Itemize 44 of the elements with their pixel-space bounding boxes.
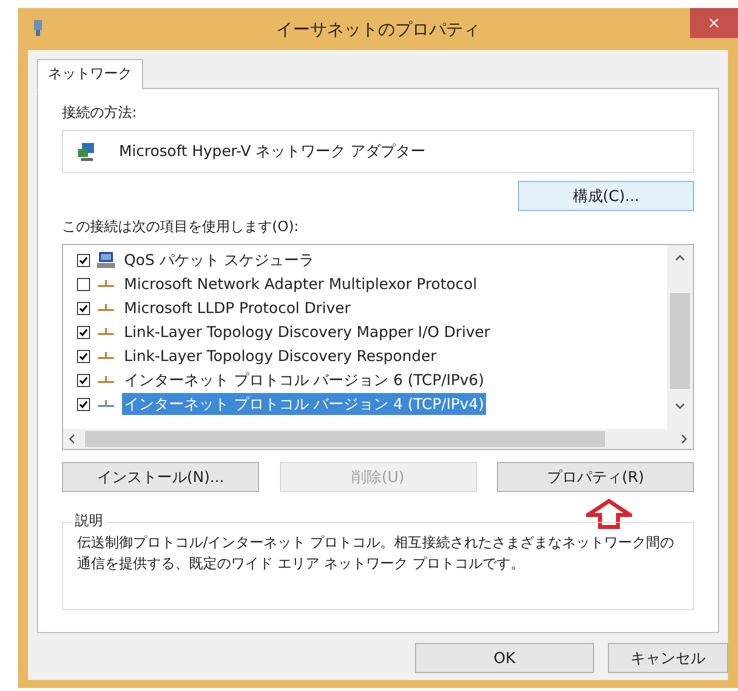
protocol-icon: [96, 352, 116, 360]
protocol-icon: [96, 376, 116, 384]
ok-button[interactable]: OK: [415, 643, 594, 673]
tab[interactable]: ネットワーク: [37, 59, 143, 90]
checkbox[interactable]: [77, 302, 90, 314]
vertical-scrollbar[interactable]: [667, 245, 693, 429]
scrollbar-thumb[interactable]: [670, 293, 690, 389]
checkbox[interactable]: [77, 326, 90, 338]
computer-icon: [96, 251, 116, 269]
checkbox[interactable]: [77, 350, 90, 362]
component-item[interactable]: Link-Layer Topology Discovery Responder: [122, 344, 439, 368]
checkbox[interactable]: [77, 278, 90, 290]
protocol-icon: [96, 400, 116, 408]
component-item[interactable]: インターネット プロトコル バージョン 6 (TCP/IPv6): [122, 368, 486, 392]
protocol-icon: [96, 328, 116, 336]
network-icon: [32, 20, 44, 38]
scrollbar-thumb[interactable]: [85, 431, 605, 447]
component-item[interactable]: インターネット プロトコル バージョン 4 (TCP/IPv4): [122, 392, 486, 416]
action-button[interactable]: インストール(N)...: [62, 462, 259, 492]
checkbox[interactable]: [77, 374, 90, 386]
description-text: 伝送制御プロトコル/インターネット プロトコル。相互接続されたさまざまなネットワーク間の通信を提供する、既定のワイド エリア ネットワーク プロトコルです。: [77, 534, 676, 574]
adapter-name: Microsoft Hyper-V ネットワーク アダプター: [119, 141, 426, 162]
scroll-up-icon: [675, 255, 685, 261]
protocol-icon: [96, 304, 116, 312]
section-label: この接続は次の項目を使用します(O):: [62, 218, 300, 237]
network-adapter-icon: [77, 142, 97, 162]
configure-button[interactable]: 構成(C)...: [518, 181, 694, 211]
component-item[interactable]: Link-Layer Topology Discovery Mapper I/O Driver: [122, 320, 492, 344]
action-button[interactable]: プロパティ(R): [497, 462, 694, 492]
scroll-down-icon: [675, 403, 685, 409]
component-item[interactable]: Microsoft LLDP Protocol Driver: [122, 296, 352, 320]
checkbox[interactable]: [77, 398, 90, 410]
component-item[interactable]: Microsoft Network Adapter Multiplexor Protocol: [122, 272, 479, 296]
scroll-right-icon: [681, 434, 687, 444]
component-item[interactable]: QoS パケット スケジューラ: [122, 248, 316, 272]
close-button[interactable]: ×: [690, 8, 738, 38]
protocol-icon: [96, 280, 116, 288]
section-label: 接続の方法:: [62, 104, 138, 123]
up-arrow-icon: [586, 499, 632, 529]
window-title: イーサネットのプロパティ: [275, 19, 481, 42]
horizontal-scrollbar[interactable]: [63, 429, 693, 449]
scroll-left-icon: [69, 434, 75, 444]
checkbox[interactable]: [77, 254, 90, 266]
cancel-button[interactable]: キャンセル: [608, 643, 728, 673]
